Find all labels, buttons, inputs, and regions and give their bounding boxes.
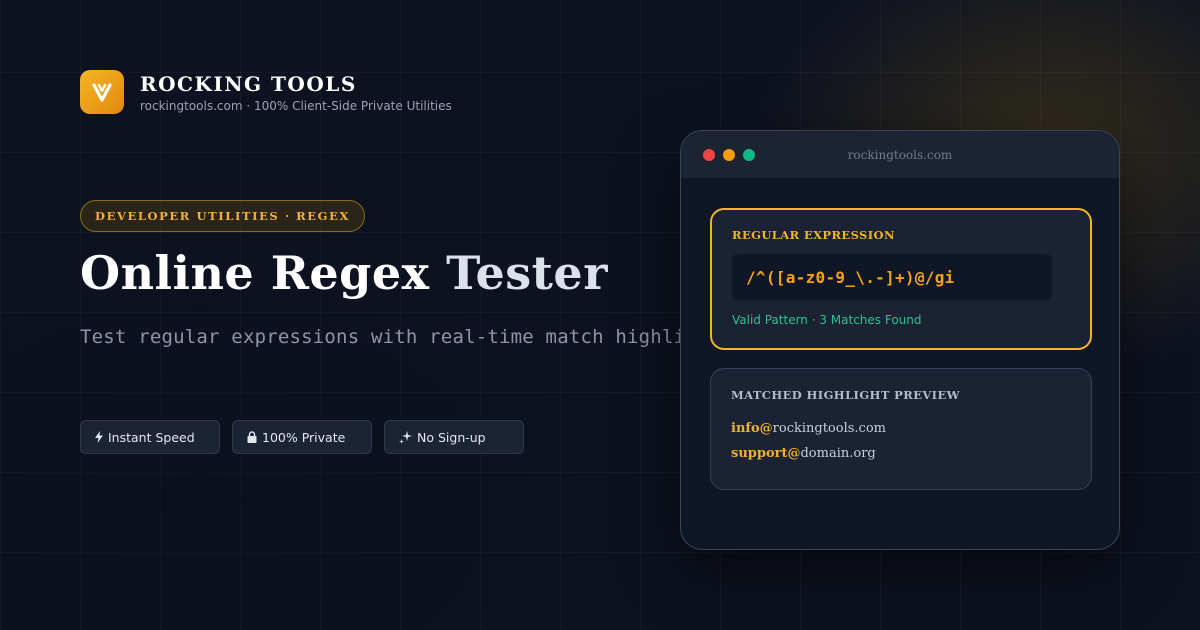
preview-card: MATCHED HIGHLIGHT PREVIEW info@rockingto… <box>710 368 1092 490</box>
chip-label: Instant Speed <box>108 429 195 445</box>
match-line: support@domain.org <box>731 446 876 461</box>
chip-label: No Sign-up <box>417 429 486 445</box>
logo-icon <box>80 70 124 114</box>
title-part-tester: Tester <box>446 246 608 300</box>
chip-label: 100% Private <box>262 429 346 445</box>
match-line: info@rockingtools.com <box>731 421 886 436</box>
browser-window-mockup: rockingtools.com REGULAR EXPRESSION /^([… <box>680 130 1120 550</box>
brand-subtitle: rockingtools.com · 100% Client-Side Priv… <box>140 98 452 113</box>
window-title-bar: rockingtools.com <box>681 131 1119 178</box>
preview-card-label: MATCHED HIGHLIGHT PREVIEW <box>731 388 960 402</box>
feature-chips: Instant Speed 100% Private No Sign-up <box>80 420 524 454</box>
regex-input[interactable]: /^([a-z0-9_\.-]+)@/gi <box>732 254 1052 300</box>
brand-name: ROCKING TOOLS <box>140 71 357 96</box>
brand-text: ROCKING TOOLS rockingtools.com · 100% Cl… <box>140 72 452 113</box>
regex-card-label: REGULAR EXPRESSION <box>732 228 895 242</box>
match-rest: domain.org <box>800 446 876 461</box>
lock-icon <box>247 431 257 443</box>
category-badge: DEVELOPER UTILITIES · REGEX <box>80 200 365 232</box>
regex-card: REGULAR EXPRESSION /^([a-z0-9_\.-]+)@/gi… <box>710 208 1092 350</box>
chip-no-signup[interactable]: No Sign-up <box>384 420 524 454</box>
page-title: Online Regex Tester <box>80 246 608 300</box>
window-url: rockingtools.com <box>847 147 953 162</box>
sparkles-icon <box>399 430 412 444</box>
brand[interactable]: ROCKING TOOLS rockingtools.com · 100% Cl… <box>80 70 452 114</box>
chip-private[interactable]: 100% Private <box>232 420 372 454</box>
lightning-icon <box>95 431 103 443</box>
page-subtitle: Test regular expressions with real-time … <box>80 326 732 348</box>
match-highlight: support@ <box>731 446 801 461</box>
match-highlight: info@ <box>731 421 773 436</box>
chip-instant-speed[interactable]: Instant Speed <box>80 420 220 454</box>
title-part-online-regex: Online Regex <box>80 246 430 300</box>
validation-status: Valid Pattern · 3 Matches Found <box>732 313 922 327</box>
match-rest: rockingtools.com <box>772 421 886 436</box>
